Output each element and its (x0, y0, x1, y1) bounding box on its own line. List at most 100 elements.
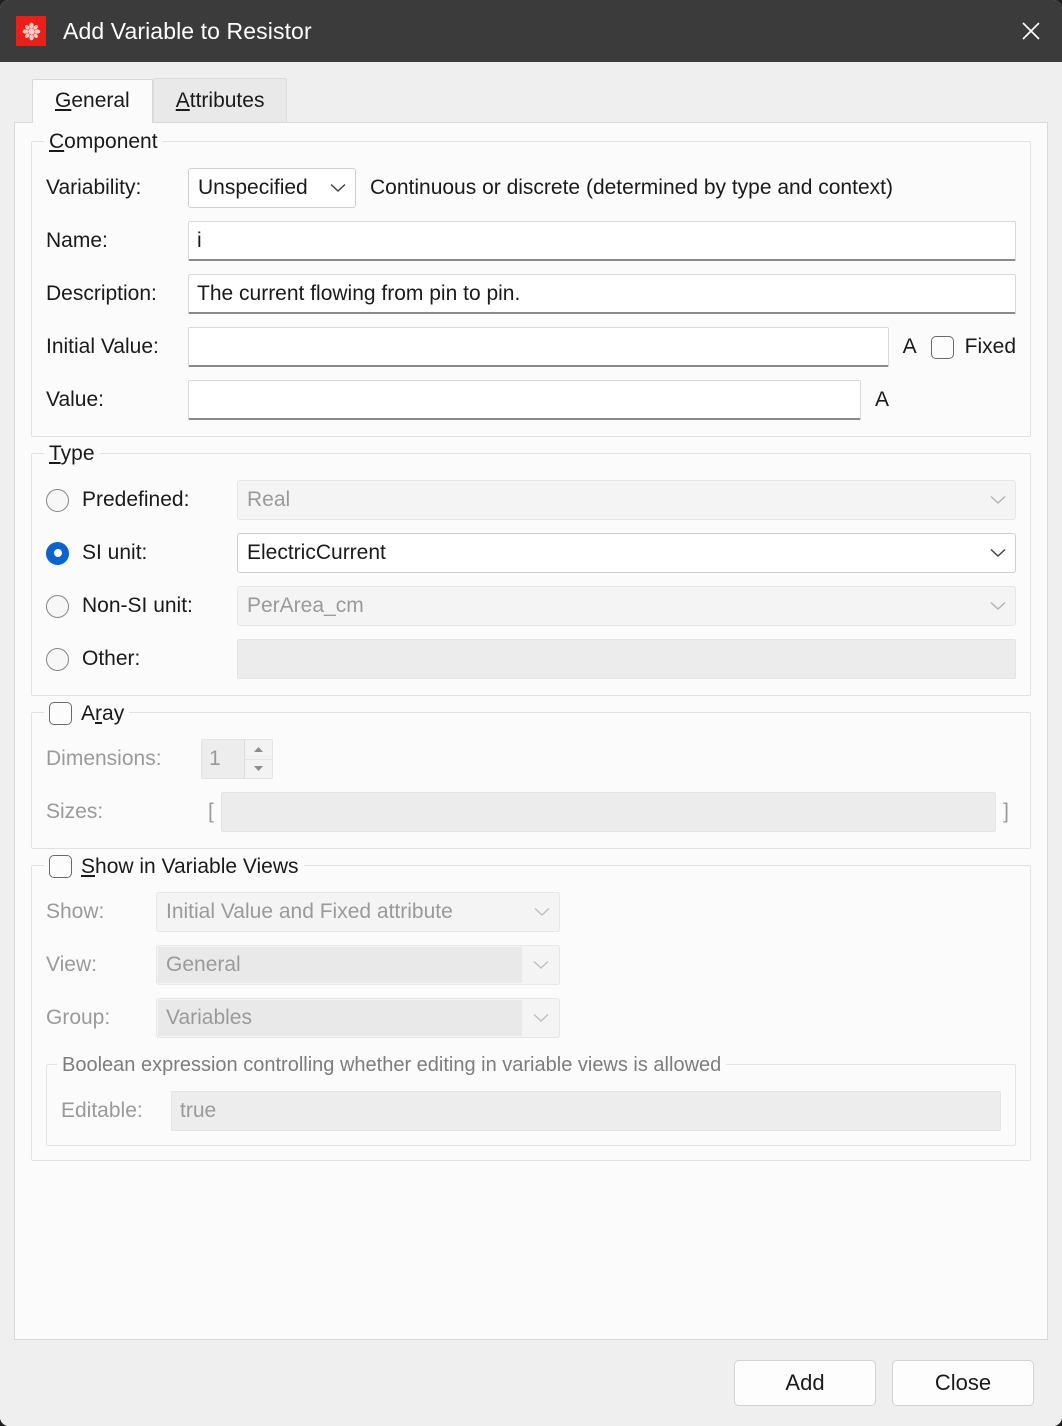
initial-value-unit: A (903, 335, 917, 359)
group-row: Group: Variables (46, 998, 1016, 1038)
initial-value-row: Initial Value: A Fixed (46, 327, 1016, 367)
dialog-button-bar: Add Close (0, 1340, 1062, 1426)
title-bar: Add Variable to Resistor (0, 0, 1062, 62)
editable-expression-group: Boolean expression controlling whether e… (46, 1064, 1016, 1146)
editable-value: true (180, 1099, 216, 1123)
variable-views-group: Show in Variable Views Show: Initial Val… (31, 865, 1031, 1161)
radio-non-si-unit[interactable] (46, 595, 69, 618)
radio-si-unit[interactable] (46, 542, 69, 565)
other-input (237, 639, 1016, 679)
value-unit: A (875, 388, 889, 412)
add-button[interactable]: Add (734, 1360, 876, 1406)
show-in-variable-views-checkbox[interactable] (49, 855, 72, 878)
name-input[interactable]: i (188, 221, 1016, 261)
array-checkbox[interactable] (49, 702, 72, 725)
radio-predefined[interactable] (46, 489, 69, 512)
dimensions-value: 1 (202, 740, 244, 778)
component-legend-accel: C (49, 130, 64, 153)
dimensions-label: Dimensions: (46, 747, 201, 771)
dimensions-row: Dimensions: 1 (46, 739, 1016, 779)
type-legend-rest: ype (61, 442, 95, 465)
close-dialog-button[interactable]: Close (892, 1360, 1034, 1406)
initial-value-input[interactable] (188, 327, 889, 367)
sizes-bracket-close: ] (996, 800, 1016, 824)
variable-views-group-legend: Show in Variable Views (44, 855, 304, 878)
window-title: Add Variable to Resistor (63, 18, 312, 45)
tab-strip: General Attributes (32, 78, 1048, 122)
type-legend-accel: T (49, 442, 61, 465)
variability-value: Unspecified (198, 176, 308, 200)
dialog-window: Add Variable to Resistor General Attribu… (0, 0, 1062, 1426)
variability-combobox[interactable]: Unspecified (188, 168, 356, 208)
si-unit-label: SI unit: (82, 541, 237, 565)
type-option-nonsi-row: Non-SI unit: PerArea_cm (46, 586, 1016, 626)
value-label: Value: (46, 388, 188, 412)
array-legend-accel: r (95, 702, 102, 725)
non-si-unit-label: Non-SI unit: (82, 594, 237, 618)
tab-attributes-rest: ttributes (190, 89, 265, 112)
tab-general-label: General (55, 89, 130, 113)
component-group-legend: Component (44, 131, 163, 153)
dimensions-spinner-arrows (244, 740, 272, 778)
name-value: i (197, 229, 202, 253)
variability-hint: Continuous or discrete (determined by ty… (370, 176, 893, 200)
close-button[interactable] (1000, 0, 1062, 62)
type-option-predefined-row: Predefined: Real (46, 480, 1016, 520)
description-row: Description: The current flowing from pi… (46, 274, 1016, 314)
type-legend-text: Type (49, 443, 95, 465)
variability-label: Variability: (46, 176, 188, 200)
name-label: Name: (46, 229, 188, 253)
predefined-label: Predefined: (82, 488, 237, 512)
type-group-legend: Type (44, 443, 100, 465)
view-label: View: (46, 953, 156, 977)
array-group-legend: Aray (44, 702, 129, 725)
show-label: Show: (46, 900, 156, 924)
show-value: Initial Value and Fixed attribute (166, 900, 453, 924)
predefined-combobox: Real (237, 480, 1016, 520)
value-row: Value: A (46, 380, 1016, 420)
name-row: Name: i (46, 221, 1016, 261)
predefined-value: Real (247, 488, 290, 512)
tab-attributes-label: Attributes (176, 89, 265, 113)
non-si-unit-value: PerArea_cm (247, 594, 364, 618)
radio-other[interactable] (46, 648, 69, 671)
tab-general-rest: eneral (71, 89, 129, 112)
resistor-app-icon (16, 16, 46, 46)
variable-views-legend-text: Show in Variable Views (81, 856, 299, 878)
tab-attributes[interactable]: Attributes (153, 78, 288, 122)
caret-up-icon (253, 746, 264, 753)
chevron-down-icon (990, 495, 1006, 505)
chevron-down-icon (533, 960, 549, 970)
component-group: Component Variability: Unspecified Conti… (31, 141, 1031, 437)
si-unit-combobox[interactable]: ElectricCurrent (237, 533, 1016, 573)
other-label: Other: (82, 647, 237, 671)
description-label: Description: (46, 282, 188, 306)
dialog-body: General Attributes Component Variability… (0, 62, 1062, 1340)
editable-row: Editable: true (61, 1091, 1001, 1131)
group-label: Group: (46, 1006, 156, 1030)
fixed-label: Fixed (965, 335, 1016, 359)
component-legend-text: Component (49, 131, 158, 153)
chevron-down-icon (533, 1013, 549, 1023)
value-input[interactable] (188, 380, 861, 420)
sizes-label: Sizes: (46, 800, 201, 824)
component-legend-rest: omponent (64, 130, 157, 153)
show-combobox: Initial Value and Fixed attribute (156, 892, 560, 932)
initial-value-label: Initial Value: (46, 335, 188, 359)
spinner-up-button (245, 740, 272, 760)
array-group: Aray Dimensions: 1 (31, 712, 1031, 849)
close-icon (1020, 20, 1042, 42)
tab-general[interactable]: General (32, 79, 153, 123)
fixed-checkbox[interactable] (931, 336, 954, 359)
chevron-down-icon (534, 907, 550, 917)
variable-views-legend-rest: how in Variable Views (95, 855, 299, 878)
chevron-down-icon (330, 183, 346, 193)
show-row: Show: Initial Value and Fixed attribute (46, 892, 1016, 932)
tab-general-accel: G (55, 89, 71, 112)
si-unit-value: ElectricCurrent (247, 541, 386, 565)
sizes-input (221, 792, 996, 832)
description-input[interactable]: The current flowing from pin to pin. (188, 274, 1016, 314)
array-legend-rest: ay (102, 702, 124, 725)
view-combobox: General (156, 945, 560, 985)
view-row: View: General (46, 945, 1016, 985)
